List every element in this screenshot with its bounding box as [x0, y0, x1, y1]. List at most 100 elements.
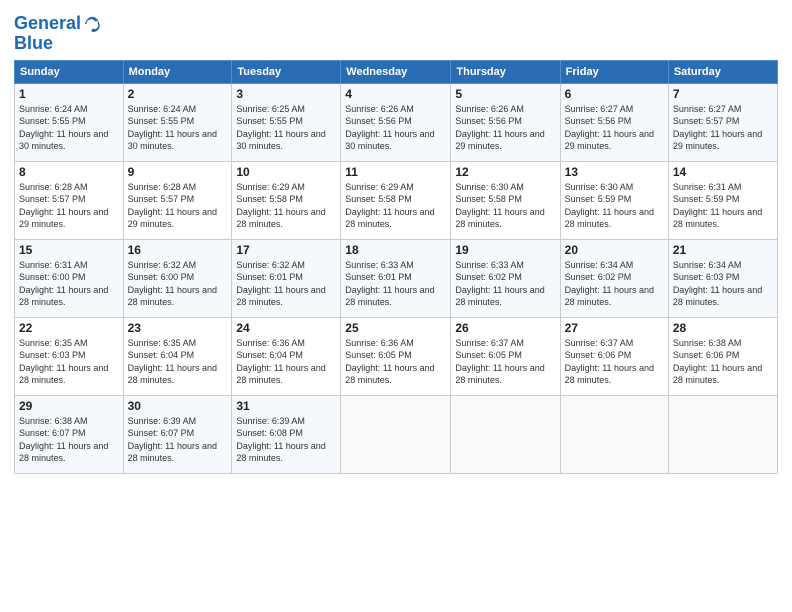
table-row: 17 Sunrise: 6:32 AMSunset: 6:01 PMDayligh…	[232, 239, 341, 317]
table-row: 5Sunrise: 6:26 AMSunset: 5:56 PMDaylight…	[451, 83, 560, 161]
day-number: 28	[673, 321, 773, 335]
day-info: Sunrise: 6:28 AMSunset: 5:57 PMDaylight:…	[128, 181, 228, 231]
day-number: 3	[236, 87, 336, 101]
day-info: Sunrise: 6:38 AMSunset: 6:07 PMDaylight:…	[19, 415, 119, 465]
table-row: 11 Sunrise: 6:29 AMSunset: 5:58 PMDayligh…	[341, 161, 451, 239]
day-number: 2	[128, 87, 228, 101]
day-number: 9	[128, 165, 228, 179]
day-info: Sunrise: 6:29 AMSunset: 5:58 PMDaylight:…	[236, 181, 336, 231]
logo: General Blue	[14, 14, 101, 54]
day-number: 26	[455, 321, 555, 335]
table-row	[341, 395, 451, 473]
col-friday: Friday	[560, 60, 668, 83]
table-row: 3 Sunrise: 6:25 AMSunset: 5:55 PMDaylight…	[232, 83, 341, 161]
day-info: Sunrise: 6:35 AMSunset: 6:03 PMDaylight:…	[19, 337, 119, 387]
day-number: 4	[345, 87, 446, 101]
table-row: 29 Sunrise: 6:38 AMSunset: 6:07 PMDayligh…	[15, 395, 124, 473]
day-number: 8	[19, 165, 119, 179]
day-info: Sunrise: 6:38 AMSunset: 6:06 PMDaylight:…	[673, 337, 773, 387]
day-info: Sunrise: 6:30 AMSunset: 5:58 PMDaylight:…	[455, 181, 555, 231]
table-row: 20 Sunrise: 6:34 AMSunset: 6:02 PMDayligh…	[560, 239, 668, 317]
day-info: Sunrise: 6:35 AMSunset: 6:04 PMDaylight:…	[128, 337, 228, 387]
day-info: Sunrise: 6:32 AMSunset: 6:01 PMDaylight:…	[236, 259, 336, 309]
day-info: Sunrise: 6:31 AMSunset: 5:59 PMDaylight:…	[673, 181, 773, 231]
col-thursday: Thursday	[451, 60, 560, 83]
table-row: 23 Sunrise: 6:35 AMSunset: 6:04 PMDayligh…	[123, 317, 232, 395]
day-number: 24	[236, 321, 336, 335]
table-row: 6Sunrise: 6:27 AMSunset: 5:56 PMDaylight…	[560, 83, 668, 161]
table-row: 7Sunrise: 6:27 AMSunset: 5:57 PMDaylight…	[668, 83, 777, 161]
logo-line2: Blue	[14, 34, 101, 54]
day-info: Sunrise: 6:36 AMSunset: 6:05 PMDaylight:…	[345, 337, 446, 387]
day-info: Sunrise: 6:33 AMSunset: 6:01 PMDaylight:…	[345, 259, 446, 309]
day-number: 14	[673, 165, 773, 179]
col-sunday: Sunday	[15, 60, 124, 83]
day-info: Sunrise: 6:25 AMSunset: 5:55 PMDaylight:…	[236, 103, 336, 153]
day-number: 29	[19, 399, 119, 413]
day-info: Sunrise: 6:24 AMSunset: 5:55 PMDaylight:…	[128, 103, 228, 153]
table-row: 24 Sunrise: 6:36 AMSunset: 6:04 PMDayligh…	[232, 317, 341, 395]
table-row: 4 Sunrise: 6:26 AMSunset: 5:56 PMDaylight…	[341, 83, 451, 161]
day-number: 27	[565, 321, 664, 335]
day-number: 19	[455, 243, 555, 257]
table-row: 13 Sunrise: 6:30 AMSunset: 5:59 PMDayligh…	[560, 161, 668, 239]
table-row: 12 Sunrise: 6:30 AMSunset: 5:58 PMDayligh…	[451, 161, 560, 239]
day-number: 12	[455, 165, 555, 179]
calendar-week-1: 1Sunrise: 6:24 AMSunset: 5:55 PMDaylight…	[15, 83, 778, 161]
day-info: Sunrise: 6:27 AMSunset: 5:56 PMDaylight:…	[565, 103, 664, 153]
calendar-week-4: 22 Sunrise: 6:35 AMSunset: 6:03 PMDayligh…	[15, 317, 778, 395]
table-row: 16Sunrise: 6:32 AMSunset: 6:00 PMDayligh…	[123, 239, 232, 317]
day-info: Sunrise: 6:39 AMSunset: 6:07 PMDaylight:…	[128, 415, 228, 465]
calendar-week-5: 29 Sunrise: 6:38 AMSunset: 6:07 PMDayligh…	[15, 395, 778, 473]
day-info: Sunrise: 6:26 AMSunset: 5:56 PMDaylight:…	[455, 103, 555, 153]
day-info: Sunrise: 6:31 AMSunset: 6:00 PMDaylight:…	[19, 259, 119, 309]
table-row: 22 Sunrise: 6:35 AMSunset: 6:03 PMDayligh…	[15, 317, 124, 395]
header-row: Sunday Monday Tuesday Wednesday Thursday…	[15, 60, 778, 83]
table-row: 9 Sunrise: 6:28 AMSunset: 5:57 PMDaylight…	[123, 161, 232, 239]
header: General Blue	[14, 10, 778, 54]
table-row: 8 Sunrise: 6:28 AMSunset: 5:57 PMDaylight…	[15, 161, 124, 239]
table-row: 10 Sunrise: 6:29 AMSunset: 5:58 PMDayligh…	[232, 161, 341, 239]
day-number: 15	[19, 243, 119, 257]
day-info: Sunrise: 6:26 AMSunset: 5:56 PMDaylight:…	[345, 103, 446, 153]
col-wednesday: Wednesday	[341, 60, 451, 83]
col-saturday: Saturday	[668, 60, 777, 83]
day-info: Sunrise: 6:28 AMSunset: 5:57 PMDaylight:…	[19, 181, 119, 231]
day-info: Sunrise: 6:37 AMSunset: 6:06 PMDaylight:…	[565, 337, 664, 387]
table-row: 19 Sunrise: 6:33 AMSunset: 6:02 PMDayligh…	[451, 239, 560, 317]
day-info: Sunrise: 6:29 AMSunset: 5:58 PMDaylight:…	[345, 181, 446, 231]
day-number: 25	[345, 321, 446, 335]
calendar-week-2: 8 Sunrise: 6:28 AMSunset: 5:57 PMDaylight…	[15, 161, 778, 239]
table-row: 30 Sunrise: 6:39 AMSunset: 6:07 PMDayligh…	[123, 395, 232, 473]
day-number: 10	[236, 165, 336, 179]
day-info: Sunrise: 6:36 AMSunset: 6:04 PMDaylight:…	[236, 337, 336, 387]
day-info: Sunrise: 6:24 AMSunset: 5:55 PMDaylight:…	[19, 103, 119, 153]
table-row: 15 Sunrise: 6:31 AMSunset: 6:00 PMDayligh…	[15, 239, 124, 317]
table-row: 14 Sunrise: 6:31 AMSunset: 5:59 PMDayligh…	[668, 161, 777, 239]
day-number: 18	[345, 243, 446, 257]
day-number: 16	[128, 243, 228, 257]
day-number: 30	[128, 399, 228, 413]
table-row: 26Sunrise: 6:37 AMSunset: 6:05 PMDayligh…	[451, 317, 560, 395]
day-number: 23	[128, 321, 228, 335]
day-info: Sunrise: 6:33 AMSunset: 6:02 PMDaylight:…	[455, 259, 555, 309]
calendar-week-3: 15 Sunrise: 6:31 AMSunset: 6:00 PMDayligh…	[15, 239, 778, 317]
day-number: 22	[19, 321, 119, 335]
day-info: Sunrise: 6:34 AMSunset: 6:02 PMDaylight:…	[565, 259, 664, 309]
day-number: 20	[565, 243, 664, 257]
calendar-table: Sunday Monday Tuesday Wednesday Thursday…	[14, 60, 778, 474]
table-row: 25 Sunrise: 6:36 AMSunset: 6:05 PMDayligh…	[341, 317, 451, 395]
day-info: Sunrise: 6:30 AMSunset: 5:59 PMDaylight:…	[565, 181, 664, 231]
day-info: Sunrise: 6:39 AMSunset: 6:08 PMDaylight:…	[236, 415, 336, 465]
table-row: 18 Sunrise: 6:33 AMSunset: 6:01 PMDayligh…	[341, 239, 451, 317]
page: General Blue Sunday Monday	[0, 0, 792, 612]
col-tuesday: Tuesday	[232, 60, 341, 83]
day-number: 11	[345, 165, 446, 179]
day-info: Sunrise: 6:34 AMSunset: 6:03 PMDaylight:…	[673, 259, 773, 309]
day-number: 13	[565, 165, 664, 179]
table-row: 21 Sunrise: 6:34 AMSunset: 6:03 PMDayligh…	[668, 239, 777, 317]
col-monday: Monday	[123, 60, 232, 83]
table-row	[560, 395, 668, 473]
day-number: 21	[673, 243, 773, 257]
day-number: 17	[236, 243, 336, 257]
